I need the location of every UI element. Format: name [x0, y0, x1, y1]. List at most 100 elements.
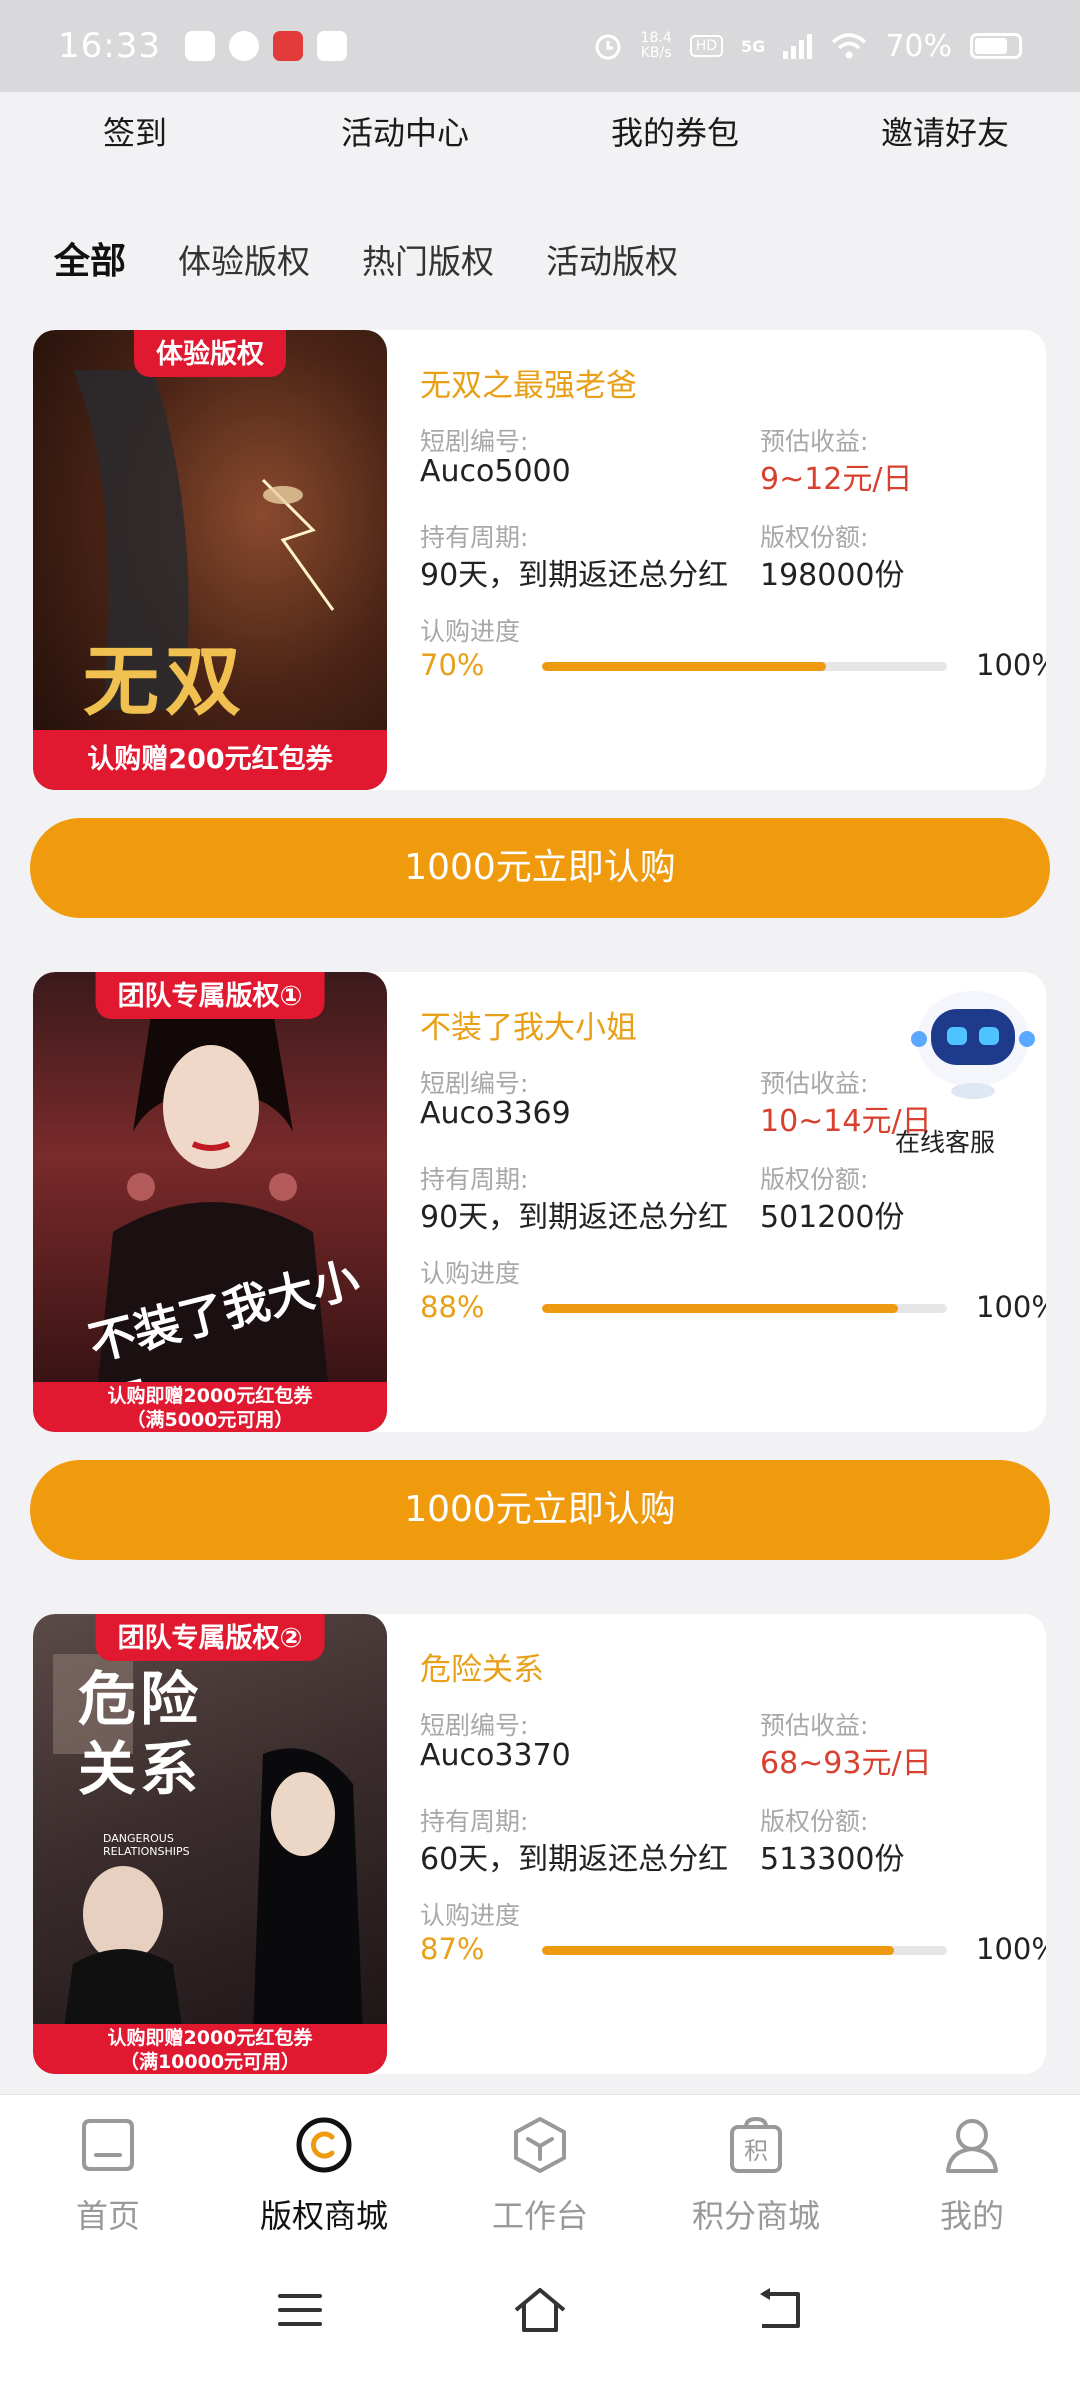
copyright-card[interactable]: 体验版权 无双 认购赠200元红包券 无双之最强老爸 短剧编号: Auco500…	[33, 330, 1046, 790]
tab-profile-label: 我的	[939, 2197, 1004, 2235]
shares-value: 198000份	[760, 558, 905, 593]
income-value: 9~12元/日	[760, 462, 913, 497]
tab-trial-copyright[interactable]: 体验版权	[178, 235, 310, 283]
progress-max: 100%	[976, 1290, 1046, 1324]
period-label: 持有周期:	[420, 1807, 529, 1836]
net-speed-value: 18.4	[640, 30, 672, 46]
poster-footer-line2: （满5000元可用）	[126, 1409, 294, 1431]
shares-label: 版权份额:	[760, 523, 869, 552]
poster-footer-line1: 认购即赠2000元红包券	[107, 1385, 313, 1407]
tab-hot-copyright[interactable]: 热门版权	[362, 235, 494, 283]
period-label: 持有周期:	[420, 1165, 529, 1194]
quick-nav-activity-center[interactable]: 活动中心	[270, 92, 540, 174]
subscribe-button[interactable]: 1000元立即认购	[30, 1460, 1050, 1560]
check-notification-icon	[228, 31, 259, 61]
shares-value: 513300份	[760, 1842, 905, 1877]
hd-icon: HD	[689, 35, 724, 57]
progress-label: 认购进度	[420, 617, 521, 646]
drama-code-label: 短剧编号:	[420, 1711, 529, 1740]
shares-label: 版权份额:	[760, 1165, 869, 1194]
progress-bar	[542, 662, 947, 671]
battery-icon	[970, 33, 1022, 59]
tab-home[interactable]: 首页	[0, 2095, 216, 2244]
tab-event-copyright[interactable]: 活动版权	[546, 235, 678, 283]
drama-title: 危险关系	[420, 1652, 544, 1688]
progress-fill	[542, 1946, 895, 1955]
drama-title: 无双之最强老爸	[420, 368, 637, 404]
tab-profile[interactable]: 我的	[864, 2095, 1080, 2244]
period-label: 持有周期:	[420, 523, 529, 552]
network-type: 5G	[741, 36, 766, 56]
quick-nav-checkin[interactable]: 签到	[0, 92, 270, 174]
poster-title: 无双	[83, 637, 247, 726]
wifi-icon	[832, 33, 867, 59]
back-icon[interactable]	[756, 2286, 804, 2334]
status-bar: 16:33 18.4 KB/s HD 5G 70%	[0, 0, 1080, 92]
period-value: 90天，到期返还总分红	[420, 558, 729, 593]
tab-workbench-label: 工作台	[491, 2197, 588, 2235]
bag-notification-icon	[316, 31, 347, 61]
period-value: 60天，到期返还总分红	[420, 1842, 729, 1877]
drama-code-label: 短剧编号:	[420, 427, 529, 456]
income-label: 预估收益:	[760, 427, 869, 456]
copyright-mall-icon	[296, 2117, 352, 2173]
robot-assistant-icon	[911, 991, 1035, 1099]
tab-copyright-mall[interactable]: 版权商城	[216, 2095, 432, 2244]
card-info: 危险关系 短剧编号: Auco3370 预估收益: 68~93元/日 持有周期:…	[420, 1614, 1046, 2074]
progress-fill	[542, 662, 826, 671]
poster-footer-line1: 认购即赠2000元红包券	[107, 2027, 313, 2049]
menu-icon[interactable]	[276, 2286, 324, 2334]
tab-home-label: 首页	[75, 2197, 140, 2235]
period-value: 90天，到期返还总分红	[420, 1200, 729, 1235]
signal-icon	[783, 34, 813, 59]
online-service-button[interactable]: 在线客服	[885, 965, 1080, 1165]
drama-code-value: Auco3370	[420, 1738, 571, 1773]
progress-label: 认购进度	[420, 1901, 521, 1930]
progress-bar	[542, 1946, 947, 1955]
drama-poster: 体验版权 无双 认购赠200元红包券	[33, 330, 387, 790]
home-icon	[82, 2119, 134, 2171]
progress-bar	[542, 1304, 947, 1313]
card-info: 无双之最强老爸 短剧编号: Auco5000 预估收益: 9~12元/日 持有周…	[420, 330, 1046, 790]
copyright-card[interactable]: 团队专属版权② 危险关系 DANGEROUS RELATIONSHIPS 认购即…	[33, 1614, 1046, 2074]
quick-nav: 签到 活动中心 我的券包 邀请好友	[0, 92, 1080, 174]
drama-code-value: Auco5000	[420, 454, 571, 489]
poster-footer-line2: （满10000元可用）	[119, 2051, 301, 2073]
poster-subtitle: DANGEROUS RELATIONSHIPS	[103, 1832, 190, 1858]
tab-points-mall-label: 积分商城	[691, 2197, 820, 2235]
category-tabs: 全部 体验版权 热门版权 活动版权	[54, 232, 678, 284]
profile-icon	[946, 2119, 998, 2173]
income-value: 68~93元/日	[760, 1746, 932, 1781]
progress-max: 100%	[976, 1932, 1046, 1966]
online-service-label: 在线客服	[895, 1128, 996, 1157]
income-label: 预估收益:	[760, 1711, 869, 1740]
system-nav-bar	[0, 2244, 1080, 2388]
tab-all[interactable]: 全部	[54, 232, 126, 284]
progress-fill	[542, 1304, 899, 1313]
status-time: 16:33	[58, 26, 161, 66]
points-mall-icon: 积	[730, 2116, 782, 2173]
poster-badge: 体验版权	[134, 330, 286, 377]
drama-title: 不装了我大小姐	[420, 1010, 637, 1046]
subscribe-button[interactable]: 1000元立即认购	[30, 818, 1050, 918]
quick-nav-my-coupons[interactable]: 我的券包	[540, 92, 810, 174]
points-glyph: 积	[744, 2137, 768, 2165]
shares-value: 501200份	[760, 1200, 905, 1235]
shares-label: 版权份额:	[760, 1807, 869, 1836]
progress-percent: 87%	[420, 1932, 485, 1966]
progress-label: 认购进度	[420, 1259, 521, 1288]
poster-title: 危险关系	[78, 1665, 203, 1803]
poster-footer: 认购即赠2000元红包券 （满10000元可用）	[33, 2024, 387, 2074]
income-label: 预估收益:	[760, 1069, 869, 1098]
home-nav-icon[interactable]	[512, 2286, 568, 2334]
tab-workbench[interactable]: 工作台	[432, 2095, 648, 2244]
drama-poster: 团队专属版权① 不装了我大小姐 认购即赠2000元红包券 （满5000元可用）	[33, 972, 387, 1432]
tab-points-mall[interactable]: 积 积分商城	[648, 2095, 864, 2244]
tab-copyright-mall-label: 版权商城	[259, 2197, 388, 2235]
poster-badge: 团队专属版权②	[95, 1614, 325, 1661]
quick-nav-invite-friends[interactable]: 邀请好友	[810, 92, 1080, 174]
app-notification-icon	[184, 31, 215, 61]
poster-badge: 团队专属版权①	[95, 972, 325, 1019]
poster-footer: 认购即赠2000元红包券 （满5000元可用）	[33, 1382, 387, 1432]
progress-percent: 70%	[420, 648, 485, 682]
